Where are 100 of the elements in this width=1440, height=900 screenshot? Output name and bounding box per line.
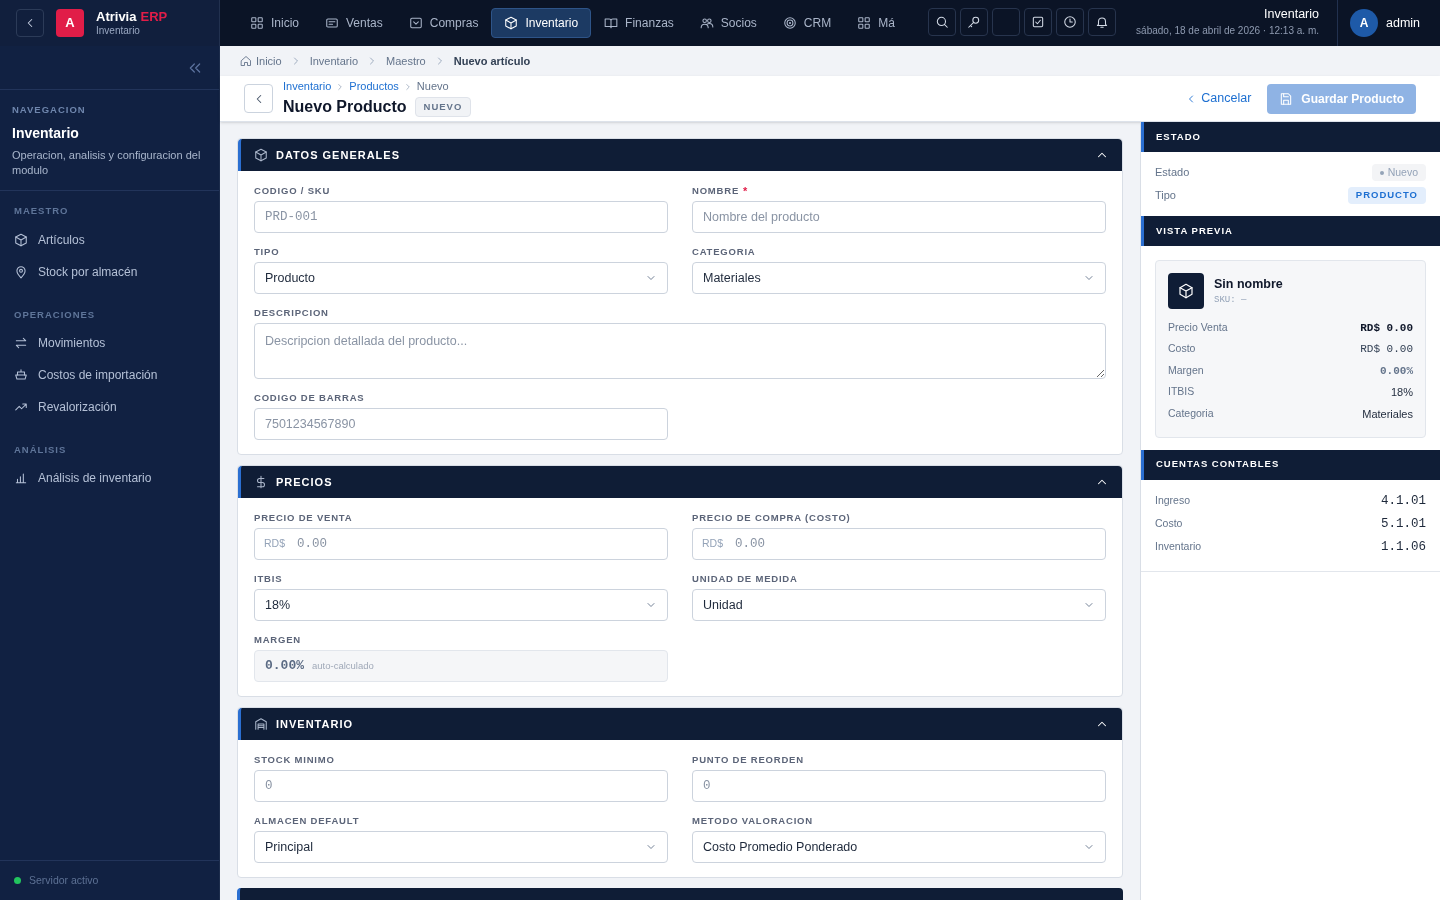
required-mark: * (743, 185, 748, 197)
dropdown[interactable]: Principal (254, 831, 668, 863)
section-title: DATOS GENERALES (276, 147, 400, 163)
field-label: CATEGORIA (692, 246, 756, 258)
breadcrumb-link[interactable]: Inicio (240, 52, 282, 70)
info-value: 0.00% (1380, 363, 1413, 379)
field-label: DESCRIPCION (254, 307, 329, 319)
info-value: 18% (1390, 385, 1413, 400)
product-name: Sin nombre (1214, 275, 1283, 293)
info-value: RD$ 0.00 (1360, 320, 1413, 336)
input-field[interactable]: 0 (692, 770, 1106, 802)
dropdown[interactable]: Producto (254, 262, 668, 294)
account-code: 4.1.01 (1381, 492, 1426, 510)
type-tag: PRODUCTO (1347, 187, 1426, 204)
module-title: Inventario (12, 124, 80, 144)
field-label: PUNTO DE REORDEN (692, 754, 804, 766)
info-value: RD$ 0.00 (1360, 342, 1413, 357)
field-label: STOCK MINIMO (254, 754, 335, 766)
info-label: Categoria (1168, 405, 1214, 421)
info-label: Ingreso (1155, 493, 1191, 509)
status-badge: NUEVO (414, 96, 472, 117)
account-code: 1.1.06 (1381, 538, 1426, 556)
breadcrumb-link[interactable]: Inventario (283, 78, 332, 95)
sidebar-item[interactable]: Análisis de inventario (14, 462, 205, 494)
nav-tab[interactable]: Má (844, 8, 908, 38)
section-label: ANÁLISIS (14, 442, 68, 457)
breadcrumb-link[interactable]: Productos (349, 78, 399, 95)
text-area[interactable]: Descripcion detallada del producto... (254, 323, 1106, 379)
input-field[interactable]: 7501234567890 (254, 408, 668, 440)
section-title: INVENTARIO (276, 716, 354, 732)
context-title: Inventario (1264, 7, 1319, 23)
dropdown[interactable]: Materiales (692, 262, 1106, 294)
date-time: sábado, 18 de abril de 2026 · 12:13 a. m. (1136, 24, 1319, 38)
nav-tab[interactable]: Ventas (312, 8, 396, 38)
sidebar-item[interactable]: Revalorización (14, 390, 205, 423)
nav-tab[interactable]: Finanzas (591, 8, 687, 38)
currency-prefix: RD$ (264, 536, 285, 551)
field-label: TIPO (254, 246, 280, 258)
sidebar-heading: NAVEGACION (12, 103, 87, 117)
logo: A (56, 9, 84, 37)
account-code: 5.1.01 (1381, 515, 1426, 533)
info-value: Materiales (1362, 406, 1413, 422)
field-label: PRECIO DE COMPRA (COSTO) (692, 512, 851, 524)
panel-title: ESTADO (1156, 129, 1201, 144)
field-label: ITBIS (254, 573, 283, 585)
dropdown[interactable]: 18% (254, 589, 668, 621)
info-label: ITBIS (1168, 384, 1195, 400)
brand-suffix: ERP (140, 8, 168, 25)
section-header[interactable]: INVENTARIO (238, 708, 1122, 740)
nav-tab[interactable]: Inicio (237, 8, 312, 38)
currency-prefix: RD$ (702, 536, 723, 551)
nav-tab[interactable]: Inventario (491, 8, 592, 38)
status-badge: Nuevo (1371, 164, 1426, 181)
module-description: Operacion, analisis y configuracion del modulo (12, 148, 202, 179)
section-header[interactable]: PRECIOS (238, 466, 1122, 498)
info-label: Margen (1168, 362, 1204, 378)
panel-title: VISTA PREVIA (1156, 223, 1233, 238)
product-sku: SKU: — (1214, 293, 1248, 307)
field-label: CODIGO DE BARRAS (254, 392, 365, 404)
user-name: admin (1386, 14, 1421, 32)
input-field[interactable]: 0 (254, 770, 668, 802)
nav-tab[interactable]: CRM (769, 8, 845, 38)
breadcrumb-link[interactable]: Maestro (386, 52, 426, 70)
nav-tab[interactable]: Socios (686, 8, 770, 38)
sidebar-item[interactable]: Artículos (14, 223, 205, 256)
dropdown[interactable]: Unidad (692, 589, 1106, 621)
info-label: Costo (1155, 516, 1183, 532)
panel-title: CUENTAS CONTABLES (1156, 457, 1280, 472)
info-label: Estado (1155, 165, 1190, 181)
input-field[interactable]: PRD-001 (254, 201, 668, 233)
input-field[interactable]: Nombre del producto (692, 201, 1106, 233)
section-label: MAESTRO (14, 204, 70, 219)
sidebar-item[interactable]: Costos de importación (14, 358, 205, 391)
field-label: MARGEN (254, 634, 302, 646)
dropdown[interactable]: Costo Promedio Ponderado (692, 831, 1106, 863)
info-label: Precio Venta (1168, 319, 1228, 335)
margin-value: 0.00% (265, 657, 304, 676)
page-title: Nuevo Producto (283, 96, 407, 117)
section-header[interactable]: DATOS GENERALES (238, 139, 1122, 171)
breadcrumb-link[interactable]: Inventario (309, 52, 358, 70)
nav-tab[interactable]: Compras (395, 8, 492, 38)
field-label: NOMBRE (692, 185, 740, 197)
info-label: Inventario (1155, 539, 1202, 555)
field-label: UNIDAD DE MEDIDA (692, 573, 798, 585)
sidebar-item[interactable]: Stock por almacén (14, 255, 205, 288)
section-title: PRECIOS (276, 474, 333, 490)
brand-subtitle: Inventario (96, 24, 141, 38)
field-label: CODIGO / SKU (254, 185, 331, 197)
server-status: Servidor activo (29, 872, 99, 888)
section-label: OPERACIONES (14, 307, 97, 322)
field-label: ALMACEN DEFAULT (254, 815, 360, 827)
cancel-button[interactable]: Cancelar (1185, 89, 1252, 108)
info-label: Costo (1168, 341, 1196, 357)
field-label: METODO VALORACION (692, 815, 813, 827)
field-label: PRECIO DE VENTA (254, 512, 353, 524)
avatar: A (1350, 9, 1378, 37)
info-label: Tipo (1155, 188, 1176, 204)
sidebar-item[interactable]: Movimientos (14, 326, 205, 359)
field-note: auto-calculado (312, 658, 374, 673)
user-menu[interactable]: A admin (1337, 0, 1440, 46)
